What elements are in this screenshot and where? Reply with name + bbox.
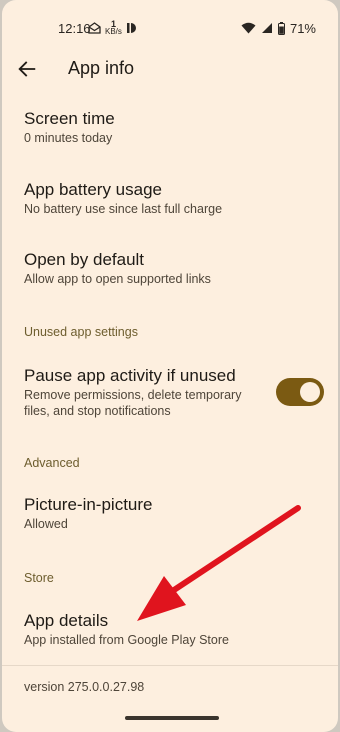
pause-app-activity-subtitle-2: files, and stop notifications <box>24 404 171 418</box>
battery-percent: 71% <box>289 20 316 36</box>
open-by-default-item[interactable]: Open by default Allow app to open suppor… <box>24 249 324 287</box>
status-bar: 12:16 1 KB/s 71% <box>2 12 338 44</box>
picture-in-picture-title: Picture-in-picture <box>24 495 153 514</box>
version-text: version 275.0.0.27.98 <box>24 680 145 694</box>
open-by-default-title: Open by default <box>24 250 145 269</box>
signal-icon <box>261 23 272 33</box>
screen-time-title: Screen time <box>24 109 115 128</box>
wifi-icon <box>241 22 256 34</box>
footer-divider <box>2 665 338 666</box>
gesture-nav-handle[interactable] <box>125 716 219 720</box>
screen-time-item[interactable]: Screen time 0 minutes today <box>24 108 324 146</box>
status-time: 12:16 <box>58 20 91 36</box>
app-details-title: App details <box>24 611 109 630</box>
notification-icon <box>88 22 101 34</box>
picture-in-picture-item[interactable]: Picture-in-picture Allowed <box>24 494 324 532</box>
pause-app-activity-item[interactable]: Pause app activity if unused Remove perm… <box>24 365 258 419</box>
section-store: Store <box>24 571 54 585</box>
battery-usage-title: App battery usage <box>24 180 162 199</box>
top-app-bar: App info <box>2 52 338 86</box>
pause-app-activity-subtitle-1: Remove permissions, delete temporary <box>24 388 242 402</box>
back-arrow-icon[interactable] <box>16 58 38 80</box>
netspeed-unit: KB/s <box>105 27 122 36</box>
battery-usage-subtitle: No battery use since last full charge <box>24 202 223 216</box>
page-title: App info <box>68 58 135 78</box>
screen-time-subtitle: 0 minutes today <box>24 131 113 145</box>
battery-usage-item[interactable]: App battery usage No battery use since l… <box>24 179 324 217</box>
pause-app-activity-title: Pause app activity if unused <box>24 366 236 385</box>
picture-in-picture-subtitle: Allowed <box>24 517 68 531</box>
status-left-icons: 1 KB/s <box>88 20 136 36</box>
battery-icon <box>277 21 285 35</box>
status-right-icons: 71% <box>241 21 316 36</box>
pause-app-activity-toggle[interactable] <box>276 378 324 406</box>
app-details-subtitle: App installed from Google Play Store <box>24 633 229 647</box>
toggle-knob <box>300 382 320 402</box>
app-info-screen: 12:16 1 KB/s 71% App info Screen time 0 … <box>2 0 338 732</box>
netspeed-indicator: 1 KB/s <box>105 20 122 36</box>
app-notification-icon <box>126 23 136 33</box>
open-by-default-subtitle: Allow app to open supported links <box>24 272 211 286</box>
section-advanced: Advanced <box>24 456 80 470</box>
app-details-item[interactable]: App details App installed from Google Pl… <box>24 610 324 648</box>
section-unused-app-settings: Unused app settings <box>24 325 138 339</box>
